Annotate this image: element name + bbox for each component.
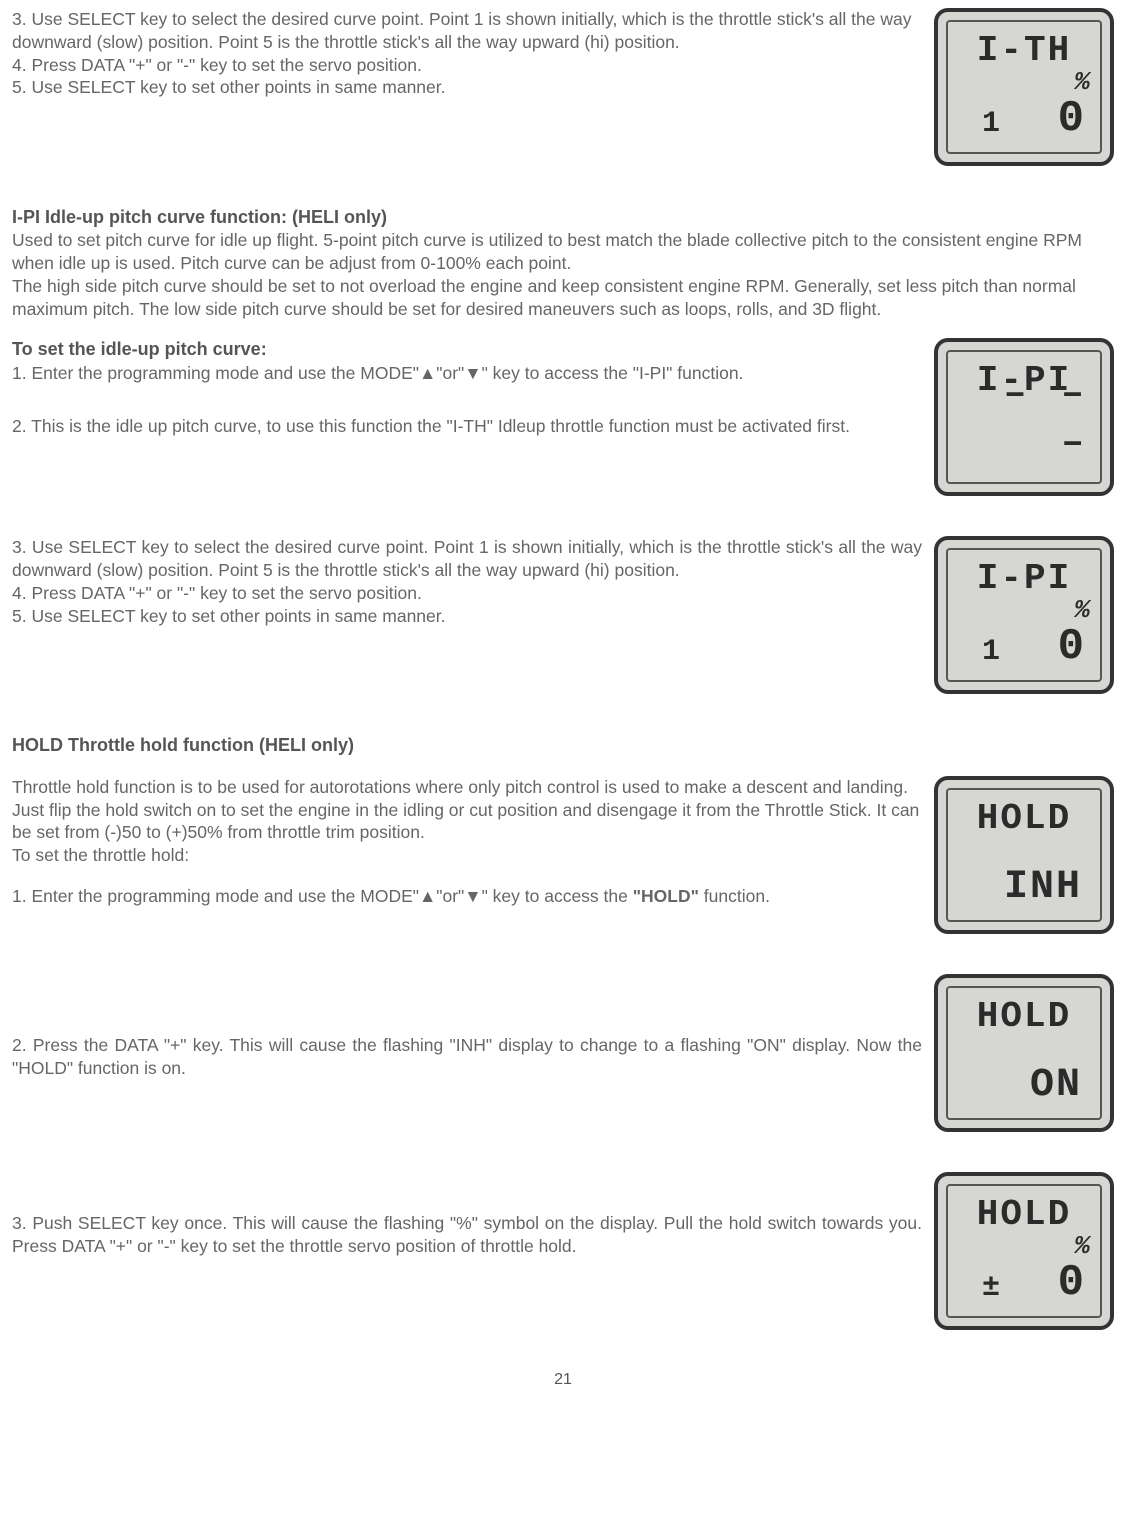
ipi-step-4: 4. Press DATA "+" or "-" key to set the … (12, 582, 922, 605)
text-column: 3. Use SELECT key to select the desired … (12, 8, 922, 99)
hold-heading: HOLD Throttle hold function (HELI only) (12, 734, 1114, 757)
text-column: Throttle hold function is to be used for… (12, 776, 922, 908)
hold-step-1: 1. Enter the programming mode and use th… (12, 885, 922, 908)
page-number: 21 (12, 1370, 1114, 1391)
lcd-ipi-pct: I-PI % 1 0 (934, 536, 1114, 694)
lcd-hold-inh: HOLD INH (934, 776, 1114, 934)
lcd-point-num: 1 (982, 633, 1000, 672)
text-column: 2. Press the DATA "+" key. This will cau… (12, 974, 922, 1080)
lcd-dashes: – – – (948, 370, 1090, 469)
lcd-value: ON (1030, 1060, 1082, 1112)
step-4: 4. Press DATA "+" or "-" key to set the … (12, 54, 922, 77)
lcd-hold-pct: HOLD % ± 0 (934, 1172, 1114, 1330)
hold-step-3: 3. Push SELECT key once. This will cause… (12, 1212, 922, 1258)
lcd-ith: I-TH % 1 0 (934, 8, 1114, 166)
hold-step-2: 2. Press the DATA "+" key. This will cau… (12, 1034, 922, 1080)
ipi-subhead: To set the idle-up pitch curve: (12, 338, 922, 361)
lcd-value: INH (1004, 862, 1082, 914)
hold-step2-row: 2. Press the DATA "+" key. This will cau… (12, 974, 1114, 1132)
lcd-plus-minus: ± (982, 1269, 1000, 1308)
text-column: To set the idle-up pitch curve: 1. Enter… (12, 338, 922, 437)
step-3: 3. Use SELECT key to select the desired … (12, 8, 922, 54)
lcd-top-text: HOLD (948, 796, 1100, 843)
lcd-top-text: HOLD (948, 994, 1100, 1041)
ipi-steps-3-5: 3. Use SELECT key to select the desired … (12, 536, 1114, 694)
ipi-intro-2: The high side pitch curve should be set … (12, 275, 1114, 321)
ipi-step-1: 1. Enter the programming mode and use th… (12, 362, 922, 385)
hold-intro-step1: Throttle hold function is to be used for… (12, 776, 1114, 934)
lcd-value: 0 (1058, 1255, 1086, 1312)
text-column: 3. Use SELECT key to select the desired … (12, 536, 922, 627)
text-column: 3. Push SELECT key once. This will cause… (12, 1172, 922, 1258)
ipi-step-5: 5. Use SELECT key to set other points in… (12, 605, 922, 628)
ipi-steps-1-2: To set the idle-up pitch curve: 1. Enter… (12, 338, 1114, 496)
lcd-value: 0 (1058, 91, 1086, 148)
lcd-value: 0 (1058, 619, 1086, 676)
section-ith-steps: 3. Use SELECT key to select the desired … (12, 8, 1114, 166)
ipi-step-3: 3. Use SELECT key to select the desired … (12, 536, 922, 582)
ipi-heading: I-PI Idle-up pitch curve function: (HELI… (12, 206, 1114, 229)
ipi-step-2: 2. This is the idle up pitch curve, to u… (12, 415, 922, 438)
hold-step3-row: 3. Push SELECT key once. This will cause… (12, 1172, 1114, 1330)
step-5: 5. Use SELECT key to set other points in… (12, 76, 922, 99)
lcd-hold-on: HOLD ON (934, 974, 1114, 1132)
lcd-point-num: 1 (982, 105, 1000, 144)
hold-intro: Throttle hold function is to be used for… (12, 776, 922, 844)
ipi-intro-1: Used to set pitch curve for idle up flig… (12, 229, 1114, 275)
hold-subhead: To set the throttle hold: (12, 844, 922, 867)
lcd-ipi-dashes: I-PI – – – (934, 338, 1114, 496)
